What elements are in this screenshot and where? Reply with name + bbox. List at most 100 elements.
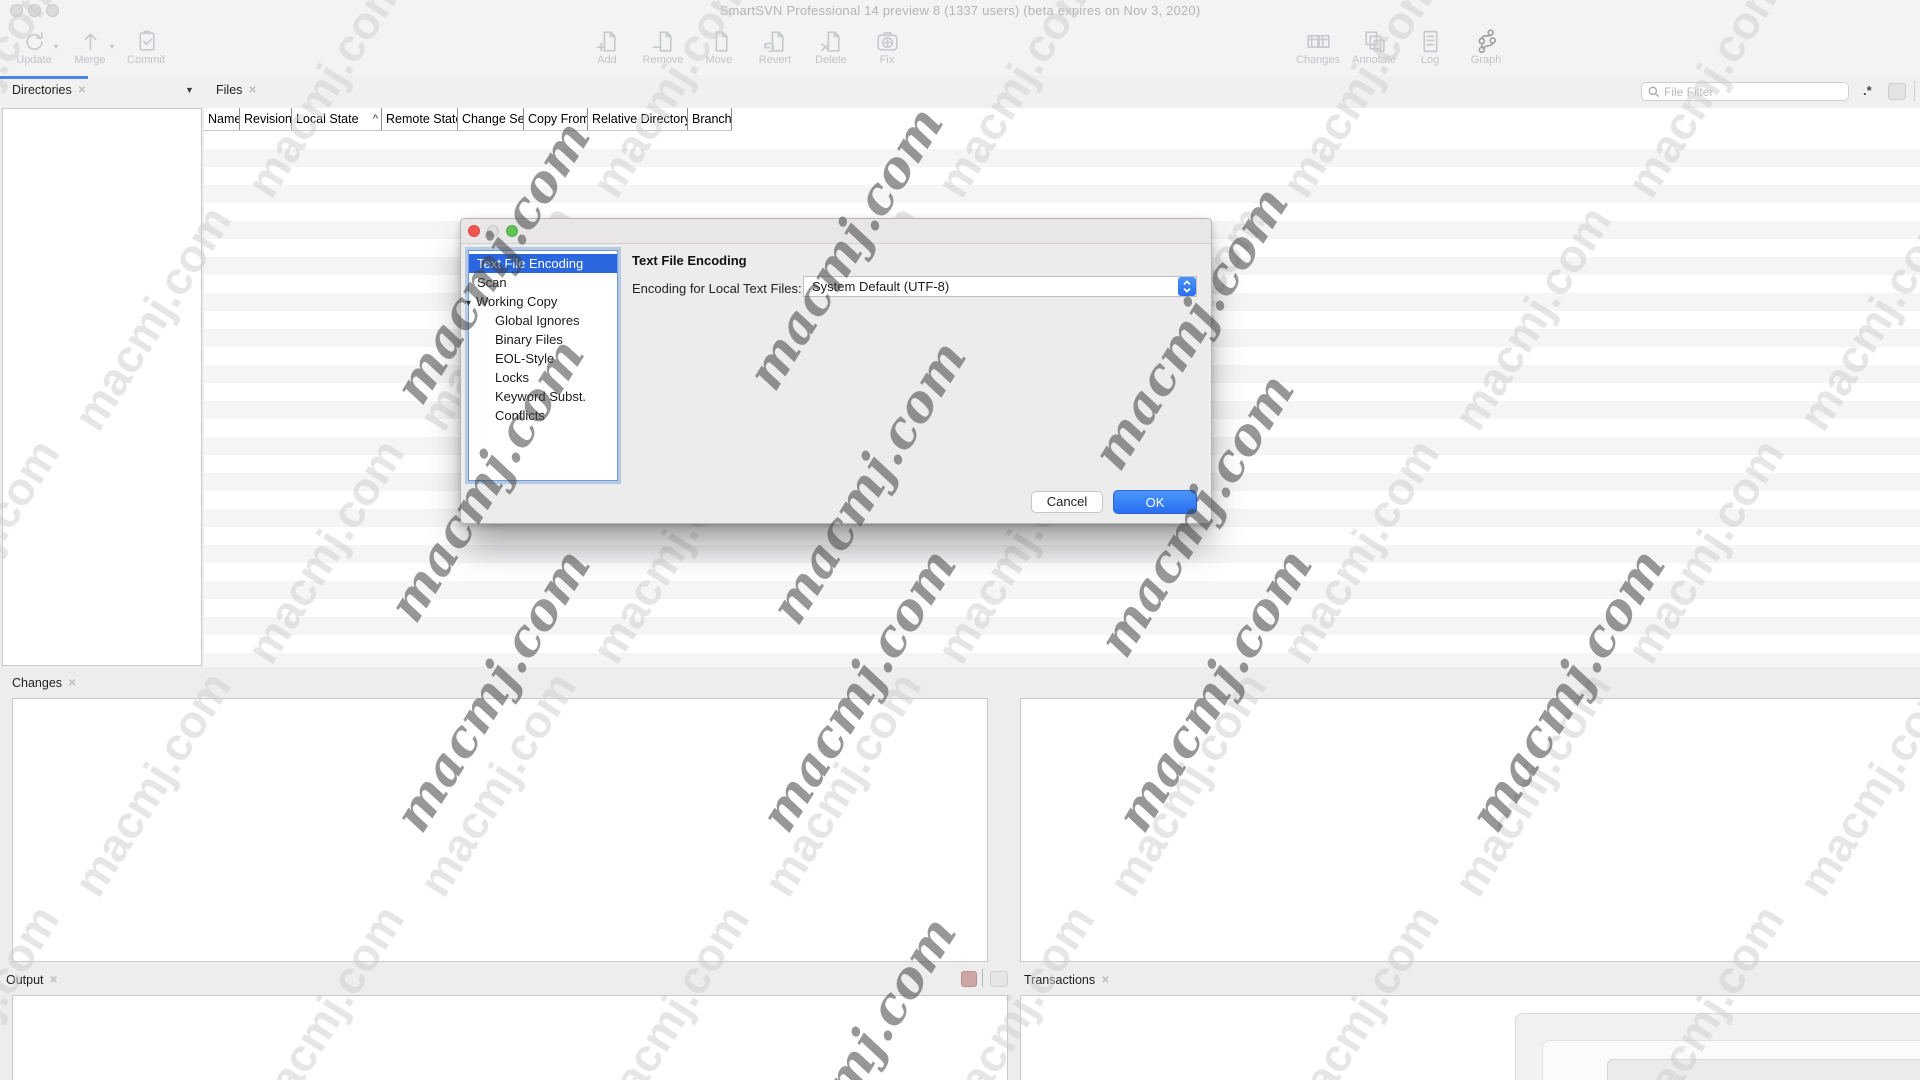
tab-directories[interactable]: Directories ✕ [12, 83, 86, 97]
sort-asc-icon: ^ [373, 113, 378, 125]
prefs-nav-working-copy[interactable]: ▾Working Copy [469, 292, 617, 311]
toolbar-button-label: Changes [1296, 54, 1340, 66]
file-filter-input[interactable] [1662, 84, 1848, 100]
active-panel-accent [0, 76, 88, 79]
toolbar-annotate-button[interactable]: Annotate [1352, 26, 1396, 66]
column-header-relative-directory[interactable]: Relative Directory [588, 108, 688, 130]
column-header-copy-from[interactable]: Copy From [524, 108, 588, 130]
close-icon[interactable]: ✕ [248, 85, 256, 96]
toolbar-remove-button[interactable]: Remove [641, 26, 685, 66]
prefs-nav-label: Text File Encoding [477, 256, 583, 271]
merge-icon [77, 26, 104, 56]
toolbar-button-label: Commit [127, 54, 165, 66]
doc-add-icon [594, 26, 621, 56]
toolbar-button-label: Log [1421, 54, 1439, 66]
cancel-button[interactable]: Cancel [1031, 491, 1103, 513]
ok-button[interactable]: OK [1113, 490, 1197, 514]
changes-left-pane[interactable] [12, 698, 988, 962]
prefs-nav-locks[interactable]: Locks [469, 368, 617, 387]
output-stop-icon[interactable] [961, 971, 977, 987]
prefs-nav-conflicts[interactable]: Conflicts [469, 406, 617, 425]
column-header-change-set[interactable]: Change Set [458, 108, 524, 130]
toolbar-merge-button[interactable]: Merge▾ [68, 26, 112, 66]
column-header-name[interactable]: Name [204, 108, 240, 130]
doc-remove-icon [650, 26, 677, 56]
changes-right-pane[interactable] [1020, 698, 1920, 962]
filter-history-icon[interactable] [1888, 83, 1906, 100]
toolbar-button-label: Annotate [1352, 54, 1396, 66]
toolbar-button-label: Remove [643, 54, 684, 66]
prefs-nav-label: Keyword Subst. [495, 389, 586, 404]
encoding-dropdown-value: System Default (UTF-8) [804, 279, 1178, 294]
column-header-revision[interactable]: Revision [240, 108, 292, 130]
annotate-icon [1361, 26, 1388, 56]
window-title: SmartSVN Professional 14 preview 8 (1337… [0, 3, 1920, 18]
output-clear-icon[interactable] [990, 971, 1008, 987]
prefs-nav-keyword-subst[interactable]: Keyword Subst. [469, 387, 617, 406]
column-header-local-state[interactable]: Local State^ [292, 108, 382, 130]
toolbar-delete-button[interactable]: Delete [809, 26, 853, 66]
encoding-dropdown[interactable]: System Default (UTF-8) [803, 276, 1197, 297]
close-icon[interactable]: ✕ [68, 678, 76, 689]
toolbar-log-button[interactable]: Log [1408, 26, 1452, 66]
doc-move-icon [706, 26, 733, 56]
app-window: SmartSVN Professional 14 preview 8 (1337… [0, 0, 1920, 1080]
log-icon [1417, 26, 1444, 56]
output-console[interactable] [12, 995, 1008, 1080]
files-column-headers: NameRevisionLocal State^Remote StateChan… [204, 108, 732, 131]
dialog-minimize-button[interactable] [487, 225, 499, 237]
dialog-close-button[interactable] [468, 225, 480, 237]
prefs-nav-label: Binary Files [495, 332, 563, 347]
prefs-nav-label: Locks [495, 370, 529, 385]
toolbar-button-label: Graph [1471, 54, 1502, 66]
toolbar-changes-button[interactable]: Changes [1296, 26, 1340, 66]
regex-toggle[interactable]: .* [1863, 83, 1872, 98]
toolbar-add-button[interactable]: Add [585, 26, 629, 66]
dialog-zoom-button[interactable] [506, 225, 518, 237]
toolbar-graph-button[interactable]: Graph [1464, 26, 1508, 66]
dialog-section-heading: Text File Encoding [632, 253, 747, 268]
close-icon[interactable]: ✕ [78, 85, 86, 96]
column-header-remote-state[interactable]: Remote State [382, 108, 458, 130]
doc-revert-icon [762, 26, 789, 56]
close-icon[interactable]: ✕ [1101, 975, 1109, 986]
preferences-dialog: Text File Encoding Scan▾Working CopyGloba… [460, 218, 1212, 524]
prefs-nav-global-ignores[interactable]: Global Ignores [469, 311, 617, 330]
toolbar-move-button[interactable]: Move [697, 26, 741, 66]
main-toolbar: Update▾Merge▾CommitAddRemoveMoveRevertDe… [0, 22, 1920, 76]
toolbar-commit-button[interactable]: Commit [124, 26, 168, 66]
encoding-field-label: Encoding for Local Text Files: [632, 281, 802, 296]
doc-delete-icon [818, 26, 845, 56]
close-icon[interactable]: ✕ [50, 975, 58, 986]
panel-header-strip: Directories ✕ ▼ Files ✕ .* [0, 75, 1920, 108]
prefs-nav-label: Working Copy [476, 294, 557, 309]
output-panel-title: Output ✕ [6, 973, 58, 987]
dropdown-chevrons-icon[interactable] [1178, 277, 1196, 296]
toolbar-button-label: Fix [880, 54, 895, 66]
header-divider [1914, 81, 1915, 101]
output-toolbar-divider [982, 969, 983, 987]
chevron-down-icon[interactable]: ▼ [185, 85, 194, 95]
toolbar-button-label: Move [706, 54, 733, 66]
toolbar-revert-button[interactable]: Revert [753, 26, 797, 66]
toolbar-fix-button[interactable]: Fix [865, 26, 909, 66]
toolbar-group: Changes Annotate Log Graph [1296, 26, 1508, 66]
toolbar-button-label: Merge [74, 54, 105, 66]
tab-files[interactable]: Files ✕ [216, 83, 257, 97]
toolbar-button-label: Update [16, 54, 51, 66]
directories-tree[interactable] [2, 108, 202, 666]
toolbar-update-button[interactable]: Update▾ [12, 26, 56, 66]
prefs-nav-text-file-encoding[interactable]: Text File Encoding [469, 254, 617, 273]
transactions-panel-title: Transactions ✕ [1024, 973, 1109, 987]
column-header-branch[interactable]: Branch [688, 108, 732, 130]
toolbar-button-label: Revert [759, 54, 791, 66]
prefs-nav-scan[interactable]: Scan [469, 273, 617, 292]
toolbar-button-label: Delete [815, 54, 847, 66]
dialog-titlebar [461, 219, 1211, 244]
toolbar-group: Add Remove Move Revert Delete Fix [585, 26, 909, 66]
main-titlebar: SmartSVN Professional 14 preview 8 (1337… [0, 0, 1920, 22]
dropdown-caret-icon: ▾ [54, 42, 58, 51]
prefs-nav-list: Text File Encoding Scan▾Working CopyGloba… [468, 250, 618, 481]
prefs-nav-eol-style[interactable]: EOL-Style [469, 349, 617, 368]
prefs-nav-binary-files[interactable]: Binary Files [469, 330, 617, 349]
